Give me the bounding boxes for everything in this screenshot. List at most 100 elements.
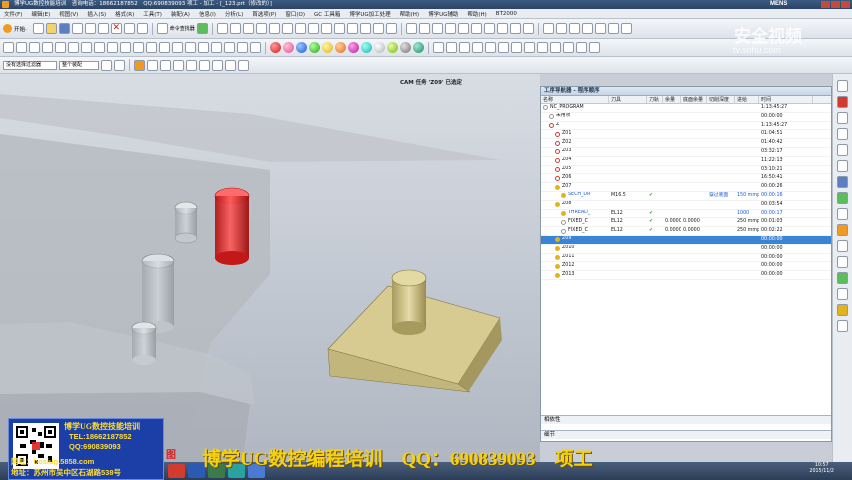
- visualization-icon[interactable]: [837, 320, 848, 332]
- menu-item-11[interactable]: GC 工具箱: [314, 10, 340, 18]
- spline-icon[interactable]: [55, 42, 66, 53]
- maximize-button[interactable]: [831, 1, 840, 8]
- helix-icon[interactable]: [198, 42, 209, 53]
- minimize-button[interactable]: [821, 1, 830, 8]
- operation-row[interactable]: NC_PROGRAM 1:13:45:27: [541, 104, 831, 113]
- move-object-icon[interactable]: [524, 42, 535, 53]
- menu-item-12[interactable]: 博学UG加工处理: [349, 10, 390, 18]
- chamfer-icon[interactable]: [359, 23, 371, 34]
- color-cyan-icon[interactable]: [361, 42, 372, 53]
- operation-row[interactable]: Z08 00:03:54: [541, 201, 831, 210]
- extend-curve-icon[interactable]: [107, 42, 118, 53]
- column-header-6[interactable]: 进给: [735, 96, 759, 103]
- point-icon[interactable]: [620, 23, 632, 34]
- menu-item-7[interactable]: 信息(I): [199, 10, 216, 18]
- join-curve-icon[interactable]: [172, 42, 183, 53]
- column-header-3[interactable]: 余量: [663, 96, 681, 103]
- shaded-icon[interactable]: [509, 23, 521, 34]
- trim-curve-icon[interactable]: [94, 42, 105, 53]
- midpoint-snap-icon[interactable]: [160, 59, 171, 71]
- command-finder-label[interactable]: 命令查找器: [170, 25, 195, 32]
- color-white-icon[interactable]: [374, 42, 385, 53]
- operation-row[interactable]: Z07 00:00:26: [541, 183, 831, 192]
- manufacturing-wizard-icon[interactable]: [837, 256, 848, 268]
- color-pink-icon[interactable]: [283, 42, 294, 53]
- bridge-curve-icon[interactable]: [185, 42, 196, 53]
- point-on-face-snap-icon[interactable]: [238, 59, 249, 71]
- translucency-icon[interactable]: [446, 42, 457, 53]
- wcs-icon[interactable]: [568, 23, 580, 34]
- operation-row[interactable]: Z02 01:40:42: [541, 139, 831, 148]
- rotate-icon[interactable]: [483, 23, 495, 34]
- menu-item-13[interactable]: 帮助(H): [400, 10, 419, 18]
- layer-icon[interactable]: [542, 23, 554, 34]
- column-header-2[interactable]: 刀轨: [647, 96, 663, 103]
- intersect-icon[interactable]: [320, 23, 332, 34]
- blend-icon[interactable]: [346, 23, 358, 34]
- cut-icon[interactable]: [71, 23, 83, 34]
- draft-icon[interactable]: [385, 23, 397, 34]
- operation-navigator-icon[interactable]: [837, 272, 848, 284]
- operation-row[interactable]: Z013 00:00:00: [541, 271, 831, 280]
- hole-icon[interactable]: [255, 23, 267, 34]
- operation-row[interactable]: Z01 01:04:51: [541, 130, 831, 140]
- menu-item-6[interactable]: 装配(A): [171, 10, 190, 18]
- undo-icon[interactable]: [123, 23, 135, 34]
- hd3d-tools-icon[interactable]: [837, 144, 848, 156]
- trim-body-icon[interactable]: [333, 23, 345, 34]
- color-red-icon[interactable]: [270, 42, 281, 53]
- new-file-icon[interactable]: [32, 23, 44, 34]
- quadrant-snap-icon[interactable]: [186, 59, 197, 71]
- operation-row[interactable]: FIXED_C EL12 ✔ 0.00000.0000 250 mmpm00:01:03: [541, 218, 831, 228]
- operation-row[interactable]: 未用项 00:00:00: [541, 113, 831, 122]
- start-menu-button[interactable]: 开始·: [3, 24, 27, 33]
- datum-plane-icon[interactable]: [594, 23, 606, 34]
- center-snap-icon[interactable]: [173, 59, 184, 71]
- deselect-icon[interactable]: [114, 59, 125, 71]
- layer-settings-icon[interactable]: [511, 42, 522, 53]
- operation-row[interactable]: Z010 00:00:00: [541, 245, 831, 254]
- details-section[interactable]: 细节: [541, 430, 831, 439]
- view-iso-icon[interactable]: [444, 23, 456, 34]
- machine-navigator-icon[interactable]: [837, 208, 848, 220]
- menu-item-8[interactable]: 分析(L): [225, 10, 243, 18]
- process-studio-icon[interactable]: [837, 240, 848, 252]
- roles-icon[interactable]: [837, 224, 848, 236]
- sketch-icon[interactable]: [216, 23, 228, 34]
- point-on-curve-snap-icon[interactable]: [225, 59, 236, 71]
- view-front-icon[interactable]: [418, 23, 430, 34]
- color-magenta-icon[interactable]: [348, 42, 359, 53]
- system-scene-icon[interactable]: [837, 304, 848, 316]
- csys-icon[interactable]: [581, 23, 593, 34]
- taskbar-app-red-icon[interactable]: [168, 464, 185, 478]
- datum-axis-icon[interactable]: [607, 23, 619, 34]
- project-curve-icon[interactable]: [81, 42, 92, 53]
- menu-item-1[interactable]: 编辑(E): [31, 10, 50, 18]
- show-all-icon[interactable]: [485, 42, 496, 53]
- view-top-icon[interactable]: [405, 23, 417, 34]
- shell-icon[interactable]: [372, 23, 384, 34]
- column-header-4[interactable]: 底面余量: [681, 96, 707, 103]
- delete-icon[interactable]: ✕: [110, 23, 122, 34]
- assembly-scope-dropdown[interactable]: 整个装配: [59, 60, 99, 70]
- menu-item-0[interactable]: 文件(F): [4, 10, 22, 18]
- snap-point-icon[interactable]: [134, 59, 145, 71]
- operation-row[interactable]: SECH_DR M16.5 ✔ 穿过底面 150 mmpm00:00:16: [541, 192, 831, 201]
- boss-icon[interactable]: [268, 23, 280, 34]
- edit-object-icon[interactable]: [537, 42, 548, 53]
- unite-icon[interactable]: [294, 23, 306, 34]
- pocket-icon[interactable]: [281, 23, 293, 34]
- table-icon[interactable]: [576, 42, 587, 53]
- mirror-curve-icon[interactable]: [159, 42, 170, 53]
- pan-icon[interactable]: [496, 23, 508, 34]
- operation-row[interactable]: Z09 00:00:00: [541, 235, 831, 245]
- measure-icon[interactable]: [555, 23, 567, 34]
- intersection-snap-icon[interactable]: [199, 59, 210, 71]
- menu-item-15[interactable]: 帮助(H): [467, 10, 486, 18]
- arc-icon[interactable]: [16, 42, 27, 53]
- color-lime-icon[interactable]: [387, 42, 398, 53]
- color-orange-icon[interactable]: [335, 42, 346, 53]
- hide-icon[interactable]: [459, 42, 470, 53]
- constraint-navigator-icon[interactable]: [837, 96, 848, 108]
- revolve-icon[interactable]: [242, 23, 254, 34]
